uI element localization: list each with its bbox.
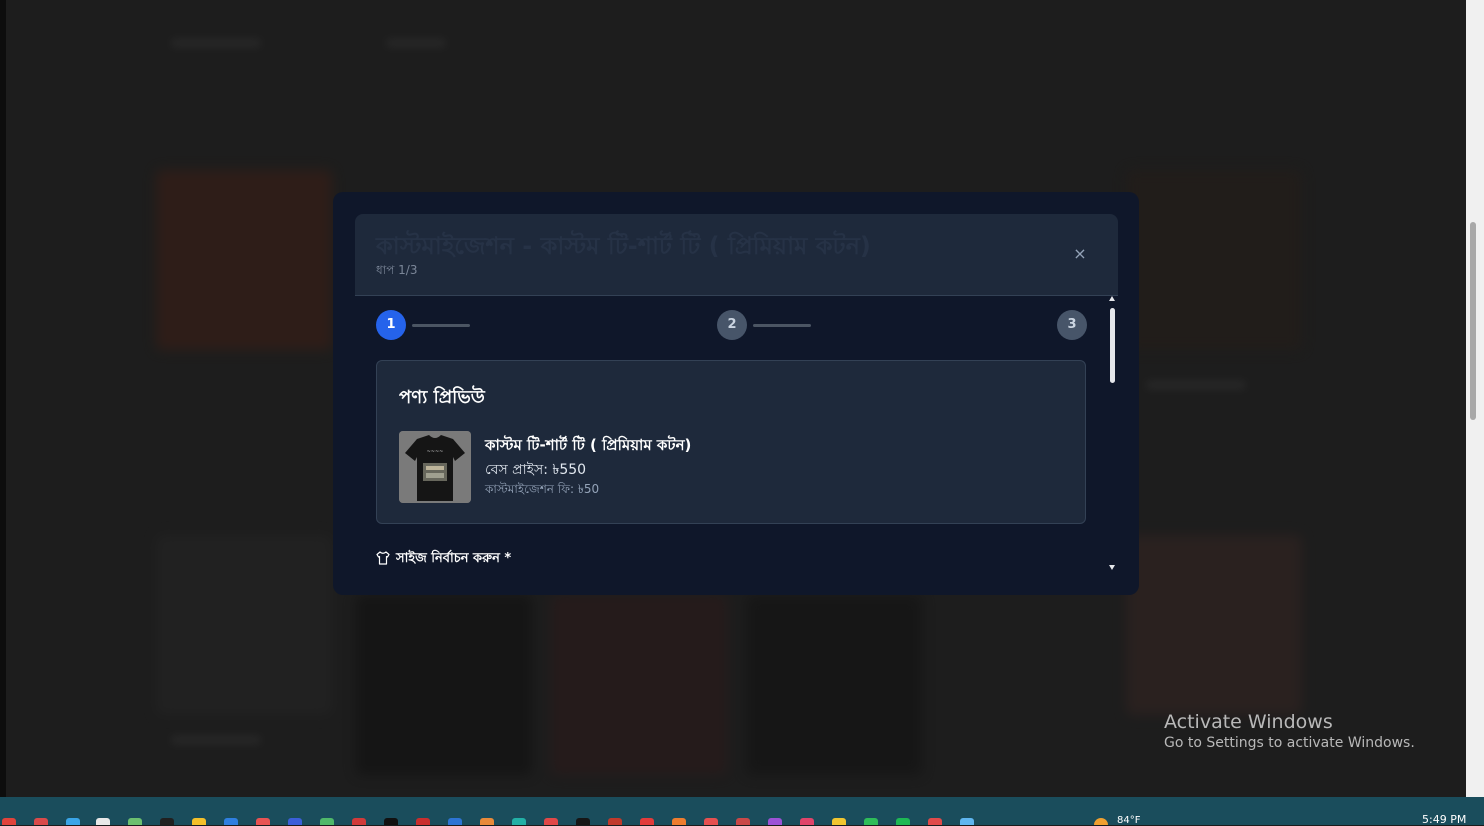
scroll-up-arrow-icon[interactable]	[1109, 296, 1115, 301]
weather-icon[interactable]	[1094, 818, 1108, 825]
base-price: বেস প্রাইস: ৳550	[485, 462, 587, 478]
close-icon[interactable]: ×	[1070, 244, 1090, 264]
product-image: ~~~~	[399, 431, 471, 503]
page-scrollbar[interactable]	[1466, 0, 1484, 797]
taskbar-app-icon[interactable]	[256, 818, 270, 825]
size-selection-text: সাইজ নির্বাচন করুন *	[396, 551, 512, 566]
taskbar-app-icon[interactable]	[128, 818, 142, 825]
customization-modal: কাস্টমাইজেশন - কাস্টম টি-শার্ট টি ( প্রি…	[333, 192, 1139, 595]
taskbar-app-icon[interactable]	[544, 818, 558, 825]
taskbar-app-icon[interactable]	[928, 818, 942, 825]
taskbar-app-icon[interactable]	[288, 818, 302, 825]
taskbar-app-icon[interactable]	[768, 818, 782, 825]
size-selection-label: সাইজ নির্বাচন করুন *	[376, 549, 511, 570]
step-3-indicator: 3	[1057, 310, 1087, 340]
page-scrollbar-thumb[interactable]	[1470, 222, 1476, 420]
step-1-indicator: 1	[376, 310, 406, 340]
customization-fee: কাস্টমাইজেশন ফি: ৳50	[485, 482, 600, 496]
taskbar-app-icon[interactable]	[352, 818, 366, 825]
taskbar-app-icon[interactable]	[608, 818, 622, 825]
taskbar-app-icon[interactable]	[672, 818, 686, 825]
taskbar-app-icon[interactable]	[800, 818, 814, 825]
taskbar-app-icon[interactable]	[896, 818, 910, 825]
taskbar-weather[interactable]: 84°F	[1117, 815, 1140, 826]
modal-scrollbar-thumb[interactable]	[1110, 308, 1115, 383]
taskbar-app-icon[interactable]	[2, 818, 16, 825]
taskbar-app-icon[interactable]	[224, 818, 238, 825]
activate-windows-watermark: Activate Windows Go to Settings to activ…	[1164, 711, 1415, 751]
modal-header: কাস্টমাইজেশন - কাস্টম টি-শার্ট টি ( প্রি…	[355, 214, 1118, 296]
taskbar-app-icon[interactable]	[448, 818, 462, 825]
activate-windows-subtitle: Go to Settings to activate Windows.	[1164, 735, 1415, 751]
step-connector	[753, 324, 811, 327]
taskbar-app-icon[interactable]	[384, 818, 398, 825]
modal-scrollbar[interactable]	[1107, 296, 1119, 578]
taskbar-app-icon[interactable]	[736, 818, 750, 825]
tshirt-icon	[376, 550, 390, 569]
activate-windows-title: Activate Windows	[1164, 711, 1333, 733]
step-connector	[412, 324, 470, 327]
modal-body: 1 2 3 পণ্য প্রিভিউ ~~~~ কাস্টম টি-শার্ট …	[355, 296, 1118, 595]
taskbar-app-icon[interactable]	[320, 818, 334, 825]
scroll-down-arrow-icon[interactable]	[1109, 565, 1115, 570]
taskbar-app-icon[interactable]	[576, 818, 590, 825]
taskbar-app-icon[interactable]	[34, 818, 48, 825]
taskbar-app-icon[interactable]	[480, 818, 494, 825]
taskbar: 84°F 5:49 PM	[0, 797, 1484, 826]
taskbar-app-icon[interactable]	[160, 818, 174, 825]
taskbar-app-icon[interactable]	[864, 818, 878, 825]
taskbar-app-icon[interactable]	[960, 818, 974, 825]
taskbar-app-icon[interactable]	[96, 818, 110, 825]
taskbar-app-icon[interactable]	[832, 818, 846, 825]
product-preview-card: পণ্য প্রিভিউ ~~~~ কাস্টম টি-শার্ট টি ( প…	[376, 360, 1086, 524]
preview-heading: পণ্য প্রিভিউ	[399, 387, 485, 408]
step-2-indicator: 2	[717, 310, 747, 340]
product-name: কাস্টম টি-শার্ট টি ( প্রিমিয়াম কটন)	[485, 436, 692, 454]
step-indicator-text: ধাপ 1/3	[376, 263, 418, 277]
taskbar-clock[interactable]: 5:49 PM	[1422, 813, 1466, 826]
svg-text:~~~~: ~~~~	[427, 449, 444, 455]
taskbar-app-icon[interactable]	[416, 818, 430, 825]
taskbar-app-icon[interactable]	[704, 818, 718, 825]
taskbar-app-icon[interactable]	[640, 818, 654, 825]
taskbar-app-icon[interactable]	[512, 818, 526, 825]
taskbar-app-icon[interactable]	[192, 818, 206, 825]
modal-title: কাস্টমাইজেশন - কাস্টম টি-শার্ট টি ( প্রি…	[376, 232, 871, 260]
taskbar-app-icon[interactable]	[66, 818, 80, 825]
